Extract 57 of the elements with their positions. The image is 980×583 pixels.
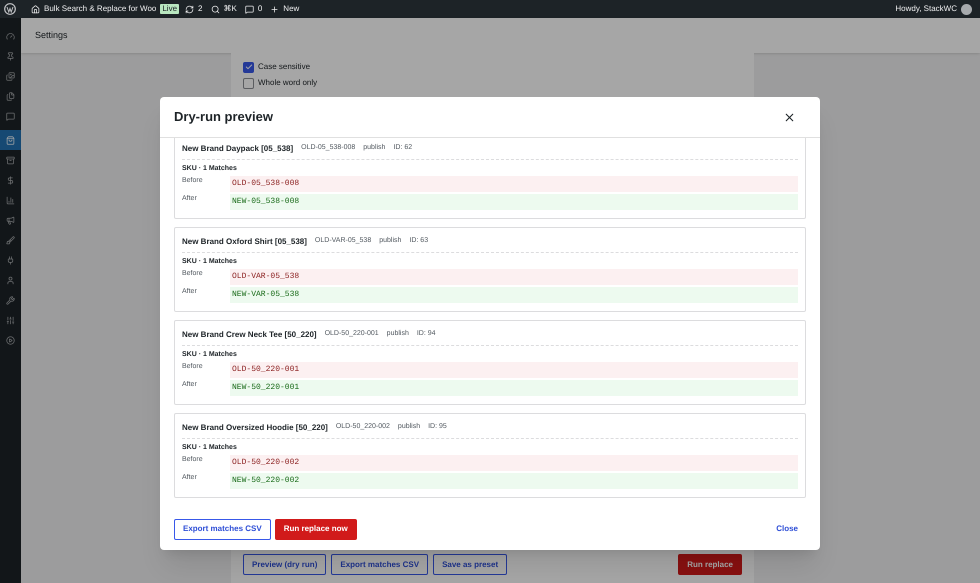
pages-icon: [6, 92, 15, 100]
wrench-icon: [6, 296, 15, 304]
environment-badge: Live: [160, 4, 180, 14]
product-name: New Brand Oxford Shirt [05_538]: [182, 236, 307, 248]
images-icon: [6, 72, 15, 80]
bar-chart-icon: [6, 196, 15, 204]
brush-icon: [6, 236, 15, 244]
comments-count[interactable]: 0: [258, 3, 262, 15]
user-icon: [6, 276, 15, 284]
site-name[interactable]: Bulk Search & Replace for Woo: [44, 3, 156, 15]
updates-icon[interactable]: [185, 4, 194, 14]
plug-icon: [6, 256, 15, 264]
before-value: OLD-05_538-008: [230, 176, 798, 192]
megaphone-icon: [6, 216, 15, 224]
after-value: NEW-05_538-008: [230, 194, 798, 210]
wordpress-logo-icon[interactable]: [4, 3, 16, 15]
after-value: NEW-VAR-05_538: [230, 287, 798, 303]
before-value: OLD-VAR-05_538: [230, 269, 798, 285]
comments-icon[interactable]: [244, 4, 254, 14]
shortcut-label[interactable]: ⌘K: [224, 3, 237, 15]
new-link[interactable]: New: [283, 3, 300, 15]
after-value: NEW-50_220-002: [230, 473, 798, 489]
close-link[interactable]: Close: [768, 518, 806, 540]
before-value: OLD-50_220-001: [230, 362, 798, 378]
action-button[interactable]: Export matches CSV: [174, 518, 271, 540]
avatar-icon[interactable]: [961, 4, 972, 14]
checkbox-label: Whole word only: [258, 77, 318, 89]
product-name: New Brand Crew Neck Tee [50_220]: [182, 328, 317, 340]
page-title: Settings: [35, 28, 68, 42]
checkbox[interactable]: [243, 78, 254, 88]
comments-icon: [6, 112, 15, 120]
updates-count[interactable]: 2: [198, 3, 202, 15]
checkbox[interactable]: [243, 62, 254, 72]
modal-title: Dry-run preview: [174, 108, 273, 126]
pin-icon: [6, 52, 15, 60]
search-icon[interactable]: [210, 4, 220, 14]
product-name: New Brand Oversized Hoodie [50_220]: [182, 422, 328, 434]
checkbox-label: Case sensitive: [258, 61, 310, 73]
gauge-icon: [6, 32, 15, 40]
product-name: New Brand Daypack [05_538]: [182, 142, 294, 154]
after-value: NEW-50_220-001: [230, 380, 798, 396]
action-button[interactable]: Save as preset: [433, 554, 508, 575]
plus-icon[interactable]: [270, 4, 280, 14]
sliders-icon: [6, 316, 15, 324]
action-button[interactable]: Preview (dry run): [243, 554, 326, 575]
sidebar-item[interactable]: [0, 130, 21, 150]
greeting[interactable]: Howdy, StackWC: [895, 3, 957, 15]
dollar-icon: [6, 176, 15, 184]
action-button[interactable]: Run replace now: [274, 518, 357, 540]
play-icon: [6, 336, 15, 344]
bag-icon: [6, 136, 15, 144]
archive-icon: [6, 156, 15, 164]
close-icon[interactable]: [783, 110, 796, 124]
before-value: OLD-50_220-002: [230, 455, 798, 471]
action-button[interactable]: Run replace: [678, 554, 742, 575]
home-icon[interactable]: [31, 4, 40, 14]
action-button[interactable]: Export matches CSV: [331, 554, 428, 575]
